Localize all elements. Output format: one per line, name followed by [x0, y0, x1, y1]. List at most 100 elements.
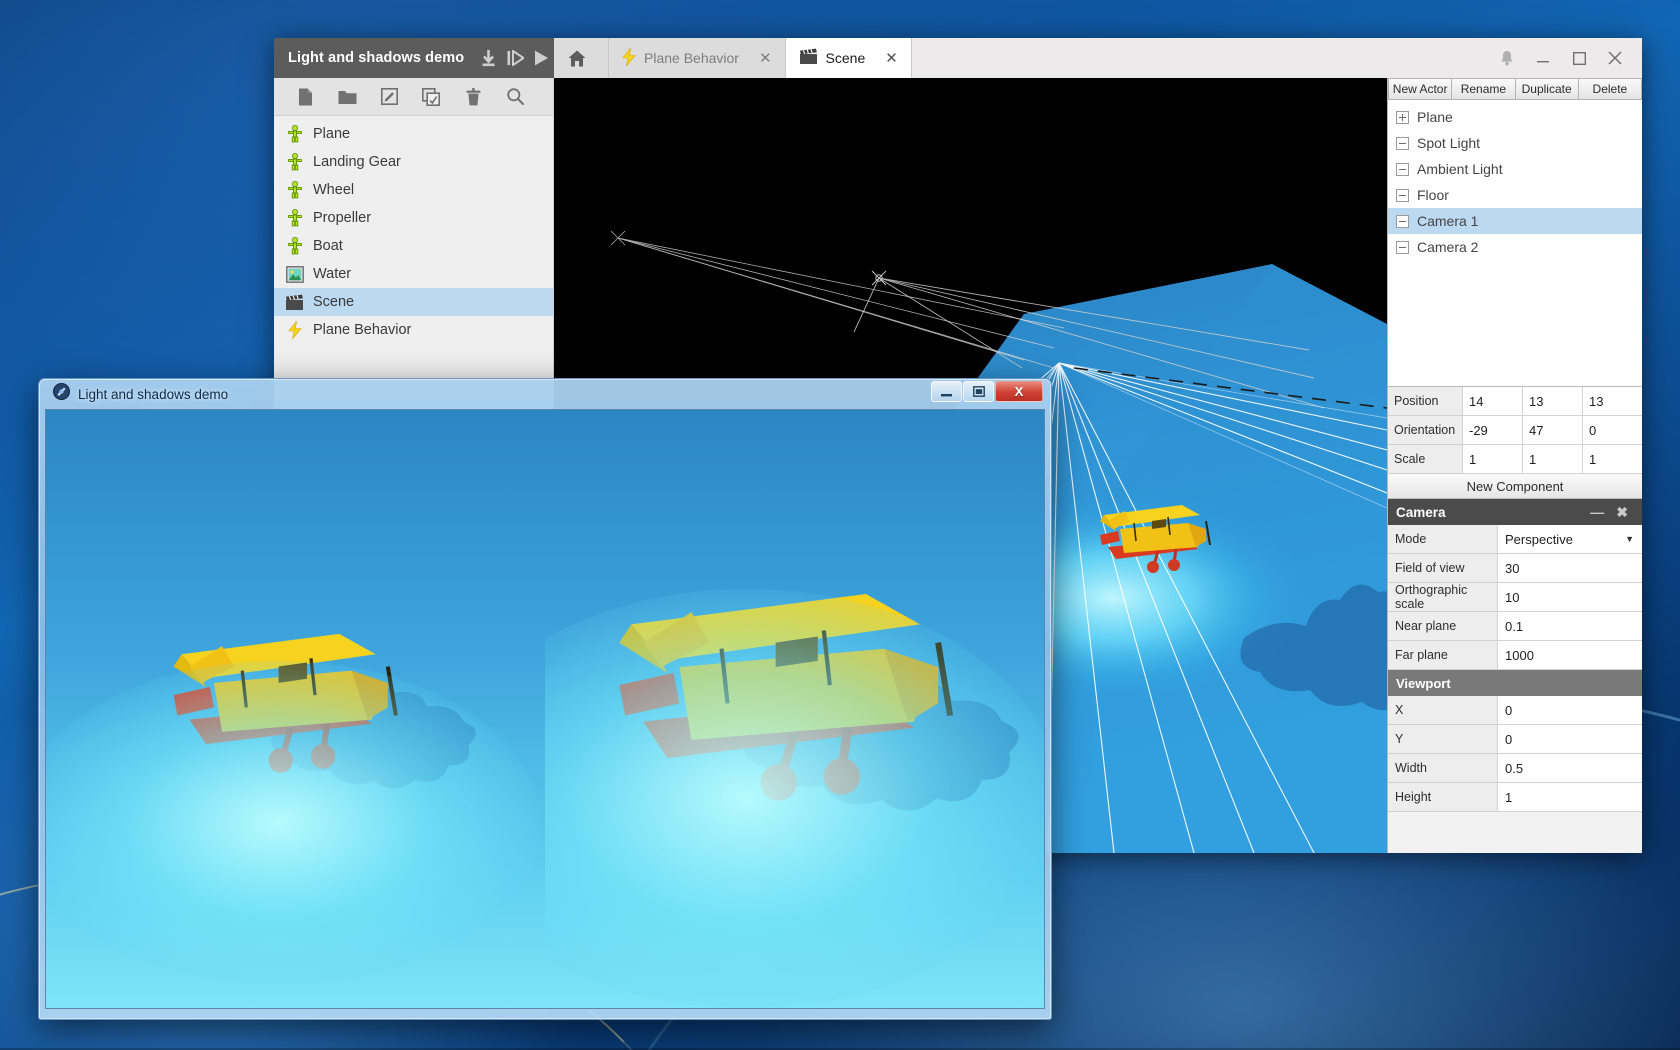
- collapse-minus-icon[interactable]: [1396, 240, 1409, 254]
- asset-item-label: Landing Gear: [313, 154, 401, 170]
- rename-actor-button[interactable]: Rename: [1452, 78, 1516, 100]
- scale-z-field[interactable]: 1: [1583, 445, 1642, 473]
- new-folder-icon[interactable]: [328, 82, 366, 112]
- new-actor-button[interactable]: New Actor: [1388, 78, 1453, 100]
- mode-select-value: Perspective: [1505, 531, 1573, 547]
- asset-item-label: Plane: [313, 126, 351, 142]
- asset-item-plane[interactable]: Plane: [274, 120, 553, 148]
- viewport-y-input[interactable]: 0: [1498, 725, 1642, 753]
- orthographic-scale-input[interactable]: 10: [1498, 583, 1642, 611]
- property-row-viewport-y: Y 0: [1388, 725, 1642, 754]
- asset-item-wheel[interactable]: Wheel: [274, 176, 553, 204]
- tab-scene-label: Scene: [825, 50, 866, 66]
- actor-item-plane[interactable]: Plane: [1388, 104, 1642, 130]
- property-label: Height: [1388, 783, 1498, 811]
- transform-label: Orientation: [1388, 416, 1463, 444]
- near-plane-input[interactable]: 0.1: [1498, 612, 1642, 640]
- expand-plus-icon[interactable]: [1396, 110, 1409, 124]
- play-icon[interactable]: [529, 38, 554, 78]
- step-play-icon[interactable]: [503, 38, 528, 78]
- property-row-mode: Mode Perspective ▼: [1388, 525, 1642, 554]
- lightning-icon: [285, 321, 304, 340]
- minimize-button[interactable]: [1526, 38, 1560, 78]
- component-close-icon[interactable]: ✖: [1610, 505, 1634, 519]
- mode-select[interactable]: Perspective ▼: [1498, 525, 1642, 553]
- component-minimize-icon[interactable]: —: [1584, 505, 1610, 519]
- subsection-header-viewport: Viewport: [1388, 670, 1642, 696]
- duplicate-icon[interactable]: [412, 82, 450, 112]
- actor-icon: [285, 125, 304, 144]
- tab-close-icon[interactable]: ✕: [885, 51, 898, 66]
- tab-scene[interactable]: Scene ✕: [785, 38, 912, 78]
- notifications-bell-icon[interactable]: [1490, 38, 1524, 78]
- asset-item-label: Wheel: [313, 182, 355, 198]
- spotlight-pool: [545, 589, 1044, 1008]
- actor-item-camera-2[interactable]: Camera 2: [1388, 234, 1642, 260]
- asset-item-label: Boat: [313, 238, 343, 254]
- game-canvas[interactable]: [45, 409, 1045, 1009]
- delete-actor-button[interactable]: Delete: [1578, 78, 1642, 100]
- viewport-x-input[interactable]: 0: [1498, 696, 1642, 724]
- scale-x-field[interactable]: 1: [1463, 445, 1523, 473]
- actor-item-ambient-light[interactable]: Ambient Light: [1388, 156, 1642, 182]
- new-component-button[interactable]: New Component: [1388, 474, 1642, 499]
- actor-item-floor[interactable]: Floor: [1388, 182, 1642, 208]
- game-window-title: Light and shadows demo: [78, 386, 229, 402]
- position-x-field[interactable]: 14: [1463, 387, 1523, 415]
- property-row-viewport-x: X 0: [1388, 696, 1642, 725]
- maximize-button[interactable]: [1562, 38, 1596, 78]
- asset-item-label: Water: [313, 266, 352, 282]
- viewport-right[interactable]: [545, 410, 1044, 1008]
- actor-item-camera-1[interactable]: Camera 1: [1388, 208, 1642, 234]
- minimize-button[interactable]: [931, 381, 962, 402]
- editor-top-strip: Light and shadows demo Plane Behavior ✕ …: [274, 38, 1642, 78]
- property-row-far-plane: Far plane 1000: [1388, 641, 1642, 670]
- property-label: Orthographic scale: [1388, 583, 1498, 611]
- transform-row-orientation: Orientation -29 47 0: [1388, 416, 1642, 445]
- asset-item-landing-gear[interactable]: Landing Gear: [274, 148, 553, 176]
- actor-item-label: Spot Light: [1417, 135, 1481, 151]
- tab-home[interactable]: [554, 38, 609, 78]
- far-plane-input[interactable]: 1000: [1498, 641, 1642, 669]
- orientation-x-field[interactable]: -29: [1463, 416, 1523, 444]
- trash-icon[interactable]: [454, 82, 492, 112]
- actor-item-label: Floor: [1417, 187, 1449, 203]
- inspector-panel: New Actor Rename Duplicate Delete Plane …: [1387, 78, 1642, 853]
- maximize-button[interactable]: [963, 381, 994, 402]
- new-file-icon[interactable]: [286, 82, 324, 112]
- asset-item-scene[interactable]: Scene: [274, 288, 553, 316]
- tab-close-icon[interactable]: ✕: [759, 51, 772, 66]
- collapse-minus-icon[interactable]: [1396, 136, 1409, 150]
- position-y-field[interactable]: 13: [1523, 387, 1583, 415]
- field-of-view-input[interactable]: 30: [1498, 554, 1642, 582]
- viewport-width-input[interactable]: 0.5: [1498, 754, 1642, 782]
- actor-toolbar: New Actor Rename Duplicate Delete: [1388, 78, 1642, 100]
- close-button[interactable]: X: [995, 381, 1043, 402]
- duplicate-actor-button[interactable]: Duplicate: [1515, 78, 1579, 100]
- collapse-minus-icon[interactable]: [1396, 188, 1409, 202]
- tab-plane-behavior[interactable]: Plane Behavior ✕: [609, 38, 786, 78]
- transform-row-scale: Scale 1 1 1: [1388, 445, 1642, 474]
- download-icon[interactable]: [476, 38, 501, 78]
- rename-icon[interactable]: [370, 82, 408, 112]
- asset-item-boat[interactable]: Boat: [274, 232, 553, 260]
- viewport-height-input[interactable]: 1: [1498, 783, 1642, 811]
- asset-item-plane-behavior[interactable]: Plane Behavior: [274, 316, 553, 344]
- asset-item-water[interactable]: Water: [274, 260, 553, 288]
- collapse-minus-icon[interactable]: [1396, 162, 1409, 176]
- project-title: Light and shadows demo: [288, 50, 465, 66]
- asset-item-propeller[interactable]: Propeller: [274, 204, 553, 232]
- actor-icon: [285, 153, 304, 172]
- game-titlebar[interactable]: Light and shadows demo X: [45, 379, 1045, 409]
- scale-y-field[interactable]: 1: [1523, 445, 1583, 473]
- clapperboard-icon: [285, 293, 304, 312]
- orientation-z-field[interactable]: 0: [1583, 416, 1642, 444]
- position-z-field[interactable]: 13: [1583, 387, 1642, 415]
- collapse-minus-icon[interactable]: [1396, 214, 1409, 228]
- actor-item-spot-light[interactable]: Spot Light: [1388, 130, 1642, 156]
- search-icon[interactable]: [496, 82, 534, 112]
- close-button[interactable]: [1598, 38, 1632, 78]
- orientation-y-field[interactable]: 47: [1523, 416, 1583, 444]
- viewport-left[interactable]: [46, 410, 545, 1008]
- property-label: Near plane: [1388, 612, 1498, 640]
